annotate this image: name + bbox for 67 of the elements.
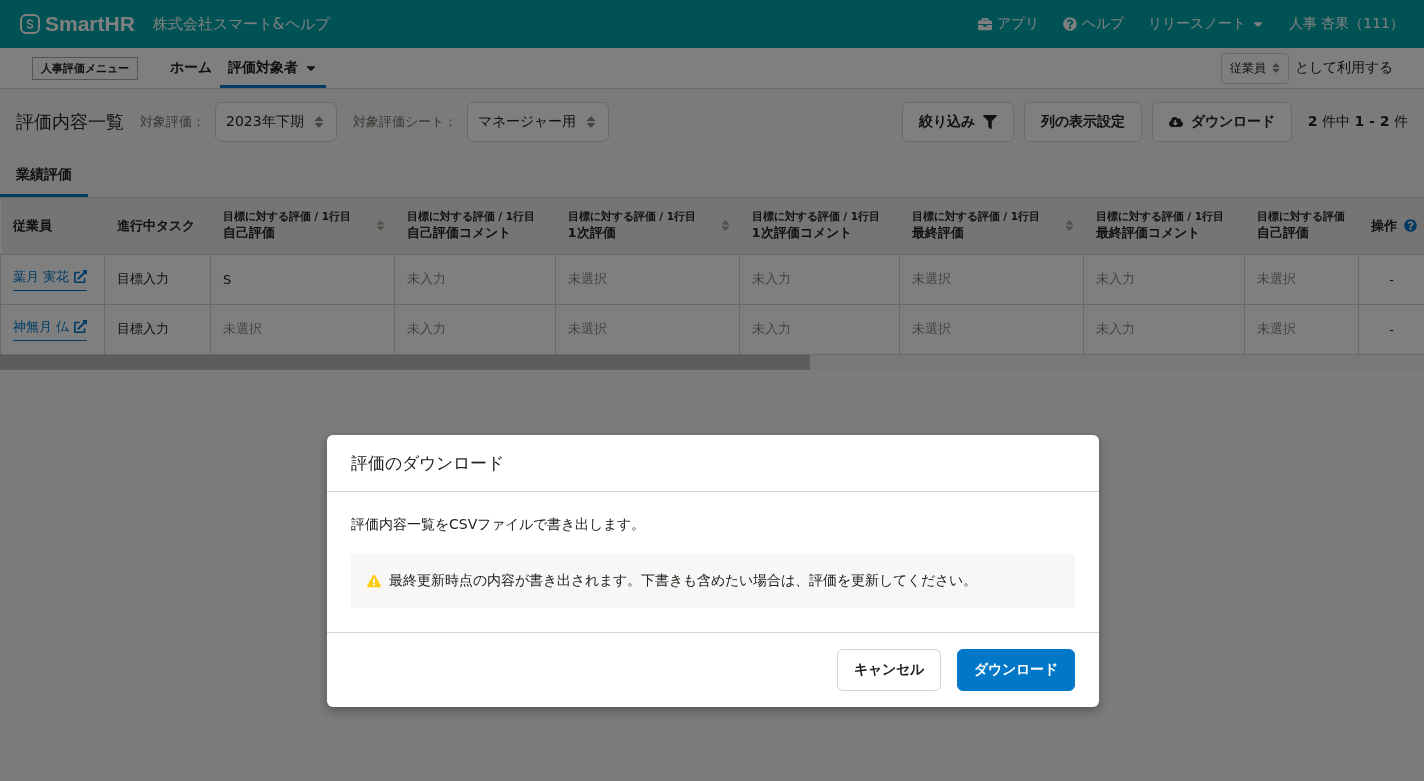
logo-text: SmartHR <box>45 12 135 36</box>
table-cell: 未選択 <box>1244 304 1359 354</box>
column-title: 1次評価 <box>567 223 617 242</box>
column-group-label: 目標に対する評価 / 1行目 <box>911 209 1041 224</box>
column-group-label: 目標に対する評価 / 1行目 <box>751 209 881 224</box>
toolbar-button[interactable]: 列の表示設定 <box>1023 102 1142 142</box>
employee-link[interactable]: 神無月 仏 <box>13 317 88 341</box>
toolbar-button[interactable]: ダウンロード <box>1151 102 1292 142</box>
column-title: 最終評価コメント <box>1095 223 1201 242</box>
table-cell: 未選択 <box>210 304 395 354</box>
sort-icon <box>1270 62 1282 74</box>
page-title: 評価内容一覧 <box>16 110 124 134</box>
briefcase-icon <box>977 17 992 31</box>
warning-icon <box>367 574 381 588</box>
column-group-label: 目標に対する評価 / 1行目 <box>406 209 536 224</box>
column-group-label: 目標に対する評価 / 1行目 <box>222 209 352 224</box>
table-cell: 未入力 <box>739 254 900 304</box>
column-title: 自己評価 <box>1256 223 1310 242</box>
table-cell: 未入力 <box>1083 304 1245 354</box>
table-cell: - <box>1358 254 1424 304</box>
help-icon <box>1062 17 1077 31</box>
table-cell: 未選択 <box>899 304 1084 354</box>
column-title: 操作 <box>1370 216 1398 235</box>
filter-select[interactable]: マネージャー用 <box>466 102 609 142</box>
download-button[interactable]: ダウンロード <box>957 649 1075 691</box>
nav-tab[interactable]: 評価対象者 <box>220 48 326 88</box>
warning-text: 最終更新時点の内容が書き出されます。下書きも含めたい場合は、評価を更新してください。 <box>389 572 977 590</box>
help-icon[interactable] <box>1403 219 1417 233</box>
company-name: 株式会社スマート&ヘルプ <box>152 14 330 34</box>
table-cell: 未入力 <box>739 304 900 354</box>
external-link-icon <box>74 320 88 333</box>
cloud-download-icon <box>1168 115 1183 129</box>
dialog-title: 評価のダウンロード <box>327 435 1099 492</box>
toolbar-button[interactable]: 絞り込み <box>901 102 1014 142</box>
employee-link[interactable]: 葉月 実花 <box>13 267 88 291</box>
menu-label: 人事評価メニュー <box>32 56 138 80</box>
role-suffix: として利用する <box>1295 59 1393 77</box>
column-title: 1次評価コメント <box>751 223 853 242</box>
role-select[interactable]: 従業員 <box>1221 52 1289 84</box>
header-link[interactable]: ヘルプ <box>1062 15 1124 33</box>
cancel-button[interactable]: キャンセル <box>837 649 941 691</box>
column-group-label: 目標に対する評価 <box>1256 209 1346 224</box>
table-cell: 目標入力 <box>104 254 211 304</box>
column-group-label: 目標に対する評価 / 1行目 <box>1095 209 1225 224</box>
table-cell: 未選択 <box>899 254 1084 304</box>
table-cell: 未選択 <box>1244 254 1359 304</box>
dialog-message: 評価内容一覧をCSVファイルで書き出します。 <box>351 516 647 534</box>
logo-icon <box>20 14 40 34</box>
column-group-label: 目標に対する評価 / 1行目 <box>567 209 697 224</box>
filter-label: 対象評価： <box>140 113 205 131</box>
filter-select[interactable]: 2023年下期 <box>215 102 337 142</box>
table-cell: 未入力 <box>394 304 556 354</box>
column-title: 自己評価コメント <box>406 223 512 242</box>
nav-tab[interactable]: ホーム <box>162 48 220 88</box>
column-title: 最終評価 <box>911 223 965 242</box>
column-title: 進行中タスク <box>116 216 196 235</box>
external-link-icon <box>74 270 88 283</box>
result-count: 2 件中 1 - 2 件 <box>1307 113 1408 131</box>
table-cell: 未選択 <box>555 254 740 304</box>
table-cell: 目標入力 <box>104 304 211 354</box>
column-title: 自己評価 <box>222 223 276 242</box>
table-cell: 未入力 <box>1083 254 1245 304</box>
column-title: 従業員 <box>12 216 53 235</box>
filter-icon <box>982 115 997 129</box>
table-cell: S <box>210 254 395 304</box>
table-cell: 未選択 <box>555 304 740 354</box>
table-cell: 未入力 <box>394 254 556 304</box>
